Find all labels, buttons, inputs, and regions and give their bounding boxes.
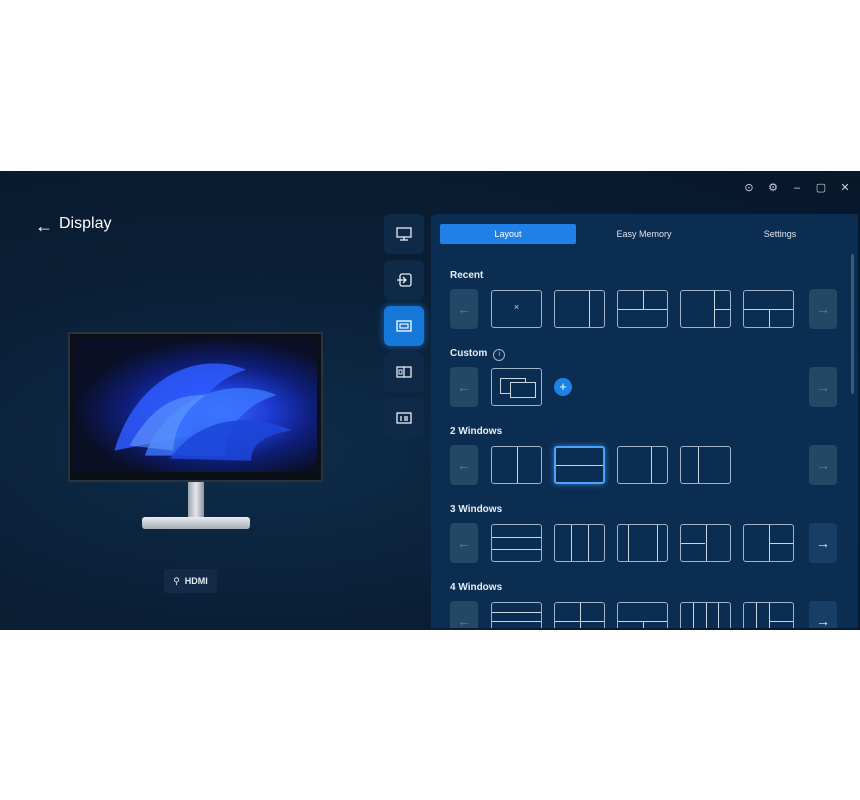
layout-tile-4-columns[interactable] xyxy=(680,602,731,628)
layout-tile-2-right-wide[interactable] xyxy=(680,446,731,484)
recent-row: ← × xyxy=(450,289,806,329)
layout-tile-4-rows[interactable] xyxy=(491,602,542,628)
layout-tile-recent-3[interactable] xyxy=(617,290,668,328)
target-icon[interactable]: ⊙ xyxy=(742,181,756,195)
monitor-icon xyxy=(396,227,412,241)
recent-next-button[interactable]: → xyxy=(809,289,837,329)
plug-icon: ⚲ xyxy=(173,575,180,586)
four-windows-row: ← xyxy=(450,601,806,628)
tab-bar: Layout Easy Memory Settings xyxy=(440,224,848,244)
layout-tile-2-left-wide[interactable] xyxy=(617,446,668,484)
four-next-button[interactable]: → xyxy=(809,601,837,628)
app-window: ⊙ ⚙ – ▢ ✕ ← Display ⚲ HDMI Layout Easy M… xyxy=(0,171,860,630)
input-source-badge[interactable]: ⚲ HDMI xyxy=(164,569,217,593)
layout-panel: Layout Easy Memory Settings Recent ← × →… xyxy=(431,214,858,628)
input-label: HDMI xyxy=(184,576,208,586)
monitor-stand-neck xyxy=(188,482,204,520)
four-prev-button[interactable]: ← xyxy=(450,601,478,628)
layout-tile-custom[interactable] xyxy=(491,368,542,406)
tab-layout[interactable]: Layout xyxy=(440,224,576,244)
custom-row: ← + xyxy=(450,367,572,407)
section-three-windows: 3 Windows xyxy=(450,504,503,515)
section-custom: Custom i xyxy=(450,348,506,361)
two-windows-row: ← xyxy=(450,445,743,485)
layout-tile-3-columns[interactable] xyxy=(554,524,605,562)
custom-window-front xyxy=(510,382,536,398)
three-next-button[interactable]: → xyxy=(809,523,837,563)
empty-mark: × xyxy=(513,302,520,312)
settings-icon[interactable]: ⚙ xyxy=(766,181,780,195)
rail-info-button[interactable] xyxy=(384,398,424,438)
info-icon xyxy=(396,412,412,424)
input-source-icon xyxy=(397,273,412,287)
info-circle-icon[interactable]: i xyxy=(493,349,506,361)
rail-display-button[interactable] xyxy=(384,214,424,254)
minimize-button[interactable]: – xyxy=(790,181,804,195)
layout-tile-4-grid-b[interactable] xyxy=(617,602,668,628)
monitor-screen xyxy=(74,338,317,472)
maximize-button[interactable]: ▢ xyxy=(814,181,828,195)
recent-prev-button[interactable]: ← xyxy=(450,289,478,329)
layout-icon xyxy=(396,320,412,332)
layout-tile-4-grid-a[interactable] xyxy=(554,602,605,628)
layout-tile-3-left-split[interactable] xyxy=(680,524,731,562)
layout-tile-3-rows[interactable] xyxy=(491,524,542,562)
title-bar-controls: ⊙ ⚙ – ▢ ✕ xyxy=(742,181,852,195)
section-recent: Recent xyxy=(450,270,484,281)
layout-tile-2-horizontal[interactable] xyxy=(554,446,605,484)
rail-input-button[interactable] xyxy=(384,260,424,300)
section-four-windows: 4 Windows xyxy=(450,582,503,593)
tab-easy-memory[interactable]: Easy Memory xyxy=(576,224,712,244)
tab-settings[interactable]: Settings xyxy=(712,224,848,244)
layout-tile-recent-4[interactable] xyxy=(680,290,731,328)
rail-pip-button[interactable] xyxy=(384,352,424,392)
section-custom-label: Custom xyxy=(450,348,488,359)
monitor-stand-base xyxy=(142,517,250,529)
layout-tile-2-vertical[interactable] xyxy=(491,446,542,484)
back-arrow-icon[interactable]: ← xyxy=(35,216,53,237)
scrollbar[interactable] xyxy=(851,254,854,394)
layout-tile-3-center-wide[interactable] xyxy=(617,524,668,562)
layout-tile-4-mixed[interactable] xyxy=(743,602,794,628)
page-title: Display xyxy=(59,215,112,232)
layout-tile-recent-5[interactable] xyxy=(743,290,794,328)
two-prev-button[interactable]: ← xyxy=(450,445,478,485)
rail-layout-button[interactable] xyxy=(384,306,424,346)
add-custom-button[interactable]: + xyxy=(554,378,572,396)
layout-tile-empty[interactable]: × xyxy=(491,290,542,328)
pip-icon xyxy=(396,366,412,378)
custom-prev-button[interactable]: ← xyxy=(450,367,478,407)
layout-tile-3-right-split[interactable] xyxy=(743,524,794,562)
three-prev-button[interactable]: ← xyxy=(450,523,478,563)
two-next-button[interactable]: → xyxy=(809,445,837,485)
custom-next-button[interactable]: → xyxy=(809,367,837,407)
three-windows-row: ← xyxy=(450,523,806,563)
close-button[interactable]: ✕ xyxy=(838,181,852,195)
wallpaper-bloom xyxy=(114,363,292,461)
layout-tile-recent-2[interactable] xyxy=(554,290,605,328)
monitor-image xyxy=(68,332,323,482)
section-two-windows: 2 Windows xyxy=(450,426,503,437)
